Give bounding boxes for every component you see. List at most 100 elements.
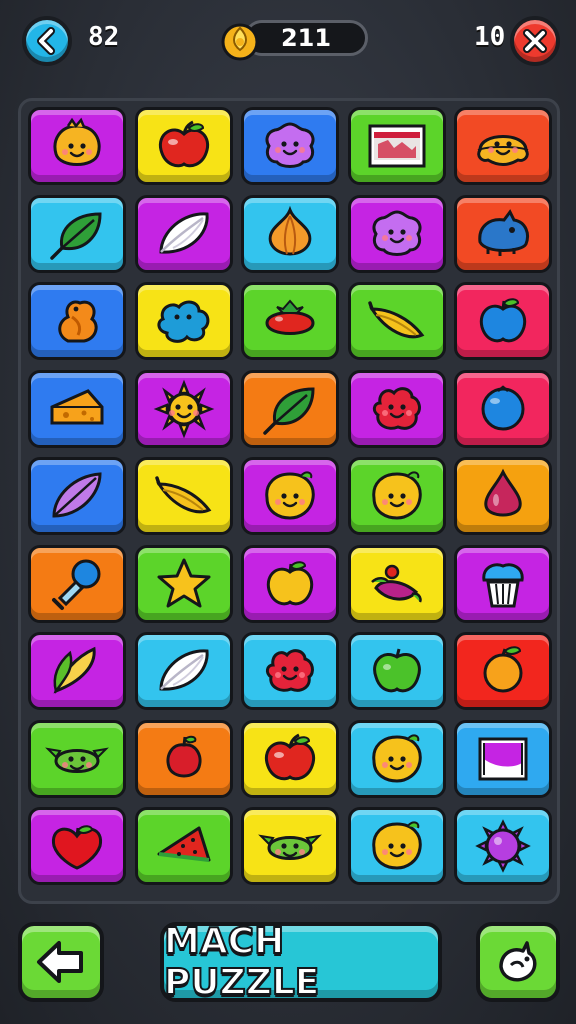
green-face-icon — [258, 834, 322, 860]
cupcake-icon — [482, 562, 524, 607]
drop-icon — [484, 468, 522, 517]
smiling-dumpling-icon — [477, 135, 529, 166]
back-button[interactable] — [22, 16, 72, 66]
green-apple-icon — [372, 648, 421, 693]
tile[interactable] — [28, 457, 126, 535]
tile[interactable] — [28, 369, 126, 448]
tile[interactable] — [134, 282, 233, 360]
tile[interactable] — [241, 807, 339, 885]
tile[interactable] — [241, 632, 339, 710]
yellow-face-icon — [371, 471, 422, 520]
sun-face-icon — [153, 379, 214, 438]
tile[interactable] — [134, 457, 233, 535]
match-puzzle-label: MACH PUZZLE — [163, 920, 320, 1004]
tile[interactable] — [134, 369, 233, 448]
bird-icon — [499, 941, 537, 982]
tile[interactable] — [28, 544, 126, 623]
coin-counter: 211 — [244, 20, 368, 56]
tile[interactable] — [347, 632, 446, 710]
puzzle-board — [18, 98, 560, 904]
tile[interactable] — [134, 544, 233, 623]
coin-value: 211 — [280, 24, 332, 52]
close-icon — [523, 29, 547, 53]
moves-counter: 82 — [88, 22, 120, 52]
tile[interactable] — [347, 457, 446, 535]
red-blob-icon — [265, 649, 314, 692]
tile[interactable] — [454, 457, 552, 535]
tile[interactable] — [241, 282, 339, 360]
tile[interactable] — [347, 107, 446, 185]
tile[interactable] — [241, 719, 339, 798]
tile[interactable] — [454, 194, 552, 273]
purple-leaf-icon — [52, 472, 102, 518]
tile[interactable] — [241, 544, 339, 623]
tile[interactable] — [241, 107, 339, 185]
banana-icon — [154, 476, 211, 514]
close-button[interactable] — [510, 16, 560, 66]
top-bar: 82 211 10 — [0, 0, 576, 90]
tile[interactable] — [28, 194, 126, 273]
yellow-face-icon — [371, 821, 422, 870]
yellow-face-icon — [371, 733, 422, 783]
hint-button[interactable] — [476, 922, 560, 1002]
flower-blob-icon — [372, 209, 421, 256]
tile[interactable] — [454, 632, 552, 710]
arrow-left-icon — [37, 941, 83, 983]
tile[interactable] — [134, 107, 233, 185]
level-counter: 10 — [474, 22, 506, 52]
tile[interactable] — [454, 544, 552, 623]
tile[interactable] — [28, 719, 126, 798]
cheese-icon — [50, 388, 104, 424]
feather-icon — [158, 211, 209, 254]
flame-coin-icon — [221, 23, 259, 61]
chick-icon — [53, 117, 101, 166]
tile[interactable] — [241, 369, 339, 448]
tile[interactable] — [347, 369, 446, 448]
tile[interactable] — [454, 719, 552, 798]
tile[interactable] — [134, 632, 233, 710]
heart-apple-icon — [51, 825, 103, 870]
tile[interactable] — [347, 544, 446, 623]
green-face-icon — [45, 747, 109, 773]
star-icon — [157, 558, 210, 607]
apple-icon — [264, 733, 316, 780]
tile[interactable] — [28, 807, 126, 885]
tile[interactable] — [241, 194, 339, 273]
tile[interactable] — [134, 194, 233, 273]
garlic-icon — [268, 205, 312, 256]
squirrel-icon — [58, 300, 98, 343]
feather-icon — [158, 649, 209, 691]
tile[interactable] — [347, 719, 446, 798]
tile[interactable] — [134, 719, 233, 798]
tile[interactable] — [454, 282, 552, 360]
tile[interactable] — [454, 107, 552, 185]
yellow-apple-icon — [266, 560, 314, 605]
apple-icon — [158, 120, 209, 168]
beet-icon — [370, 564, 422, 603]
flower-blob-icon — [265, 122, 315, 168]
tile[interactable] — [347, 807, 446, 885]
tile[interactable] — [347, 194, 446, 273]
red-blob-icon — [372, 386, 421, 430]
corn-icon — [53, 646, 96, 694]
leaf-icon — [50, 211, 102, 260]
tile[interactable] — [28, 107, 126, 185]
tile[interactable] — [28, 632, 126, 710]
blue-apple-icon — [479, 298, 527, 343]
tile[interactable] — [454, 807, 552, 885]
undo-button[interactable] — [18, 922, 104, 1002]
splat-icon — [156, 300, 209, 343]
watermelon-icon — [157, 826, 210, 862]
chevron-left-icon — [37, 27, 55, 55]
tile[interactable] — [347, 282, 446, 360]
hippo-icon — [478, 208, 529, 256]
match-puzzle-button[interactable]: MACH PUZZLE — [160, 920, 442, 1004]
gear-flower-icon — [475, 819, 531, 873]
tile[interactable] — [241, 457, 339, 535]
tile[interactable] — [454, 369, 552, 448]
yellow-face-icon — [265, 471, 315, 520]
tile[interactable] — [28, 282, 126, 360]
tomato-icon — [265, 299, 315, 335]
leaf-icon — [263, 386, 315, 435]
tile[interactable] — [134, 807, 233, 885]
